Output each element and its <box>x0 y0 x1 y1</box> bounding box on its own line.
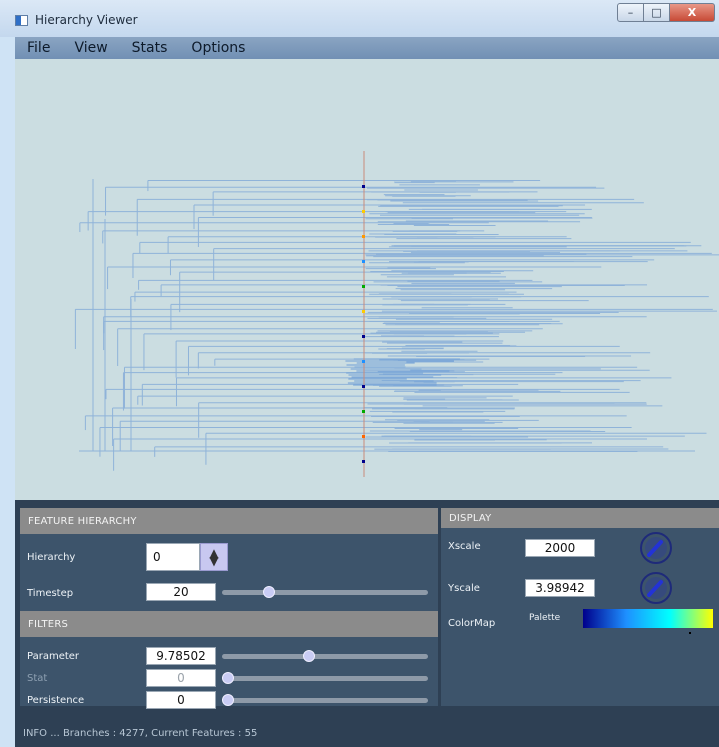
xscale-dial-icon[interactable] <box>638 530 674 566</box>
spin-down-icon[interactable]: ▼ <box>209 555 218 568</box>
window-controls: – □ X <box>617 3 715 23</box>
persistence-slider[interactable] <box>222 698 428 703</box>
persistence-label: Persistence <box>27 695 85 706</box>
stat-slider-thumb[interactable] <box>222 672 234 684</box>
parameter-slider[interactable] <box>222 654 428 659</box>
parameter-label: Parameter <box>27 651 80 662</box>
hierarchy-canvas[interactable] <box>15 59 719 500</box>
menu-bar: File View Stats Options <box>15 37 719 59</box>
feature-marker[interactable] <box>362 210 365 213</box>
feature-marker[interactable] <box>362 335 365 338</box>
palette-label: Palette <box>529 613 561 623</box>
feature-marker[interactable] <box>362 360 365 363</box>
feature-hierarchy-header: FEATURE HIERARCHY <box>20 508 438 534</box>
display-header: DISPLAY <box>441 508 719 528</box>
feature-marker[interactable] <box>362 385 365 388</box>
window-title: Hierarchy Viewer <box>35 13 138 27</box>
feature-marker[interactable] <box>362 185 365 188</box>
xscale-input[interactable]: 2000 <box>525 539 595 557</box>
feature-marker[interactable] <box>362 460 365 463</box>
stat-slider[interactable] <box>222 676 428 681</box>
yscale-label: Yscale <box>448 583 480 594</box>
menu-stats[interactable]: Stats <box>120 40 168 56</box>
feature-marker[interactable] <box>362 435 365 438</box>
hierarchy-tree-plot[interactable] <box>15 59 719 500</box>
status-bar: INFO ... Branches : 4277, Current Featur… <box>15 720 719 747</box>
menu-view[interactable]: View <box>62 40 107 56</box>
filters-header: FILTERS <box>20 611 438 637</box>
feature-marker[interactable] <box>362 285 365 288</box>
client-area: File View Stats Options FEATURE HIERARCH… <box>15 37 719 747</box>
stat-input[interactable]: 0 <box>146 669 216 687</box>
menu-options[interactable]: Options <box>179 40 245 56</box>
feature-marker[interactable] <box>362 235 365 238</box>
control-panel: FEATURE HIERARCHY Hierarchy 0 ▲ ▼ Timest… <box>15 500 719 720</box>
persistence-input[interactable]: 0 <box>146 691 216 709</box>
timestep-slider-thumb[interactable] <box>262 586 275 598</box>
feature-marker[interactable] <box>362 260 365 263</box>
minimize-button[interactable]: – <box>617 3 644 22</box>
hierarchy-label: Hierarchy <box>27 552 76 563</box>
timestep-input[interactable]: 20 <box>146 583 216 601</box>
feature-marker[interactable] <box>362 310 365 313</box>
timestep-label: Timestep <box>27 588 74 599</box>
close-button[interactable]: X <box>670 3 715 22</box>
title-bar: Hierarchy Viewer – □ X <box>0 0 719 37</box>
parameter-slider-thumb[interactable] <box>303 650 316 662</box>
yscale-dial-icon[interactable] <box>638 570 674 606</box>
yscale-input[interactable]: 3.98942 <box>525 579 595 597</box>
timestep-slider[interactable] <box>222 590 428 595</box>
display-section: DISPLAY Xscale 2000 Yscale 3.98942 Color… <box>441 508 719 706</box>
window-app-icon <box>15 15 28 26</box>
hierarchy-input[interactable]: 0 <box>146 543 200 571</box>
feature-marker[interactable] <box>362 410 365 413</box>
colormap-palette-bar[interactable] <box>583 609 713 628</box>
xscale-label: Xscale <box>448 541 481 552</box>
parameter-input[interactable]: 9.78502 <box>146 647 216 665</box>
menu-file[interactable]: File <box>15 40 50 56</box>
colormap-marker <box>689 632 691 634</box>
feature-hierarchy-section: FEATURE HIERARCHY Hierarchy 0 ▲ ▼ Timest… <box>20 508 438 709</box>
persistence-slider-thumb[interactable] <box>222 694 234 706</box>
hierarchy-spinner[interactable]: ▲ ▼ <box>200 543 228 571</box>
colormap-label: ColorMap <box>448 618 496 629</box>
maximize-button[interactable]: □ <box>644 3 670 22</box>
app-window: Hierarchy Viewer – □ X File View Stats O… <box>0 0 719 747</box>
stat-label: Stat <box>27 673 48 684</box>
